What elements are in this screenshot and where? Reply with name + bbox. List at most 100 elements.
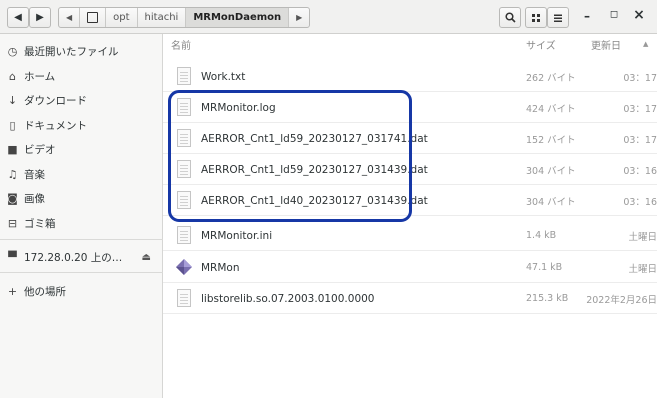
text-file-icon	[177, 160, 191, 178]
document-icon: ▯	[9, 118, 16, 132]
hamburger-icon	[554, 14, 562, 22]
file-name: Work.txt	[201, 70, 246, 83]
file-size: 1.4 kB	[526, 230, 557, 241]
sidebar-item-music[interactable]: ♫ 音楽	[0, 161, 163, 187]
breadcrumb: ◀ opt hitachi MRMonDaemon ▶	[58, 7, 311, 28]
breadcrumb-next-button[interactable]: ▶	[289, 8, 309, 27]
file-size: 47.1 kB	[526, 262, 563, 273]
sidebar-item-downloads[interactable]: ↓ ダウンロード	[0, 87, 163, 113]
text-file-icon	[177, 67, 191, 85]
breadcrumb-drive-button[interactable]	[80, 8, 107, 27]
file-row[interactable]: MRMonitor.ini 1.4 kB 土曜日	[163, 220, 657, 251]
chevron-left-icon: ◀	[14, 12, 22, 23]
network-drive-icon: ▀	[8, 250, 17, 264]
sidebar-item-recent[interactable]: ◷ 最近開いたファイル	[0, 38, 163, 64]
executable-icon	[176, 259, 192, 275]
sidebar-item-label: 最近開いたファイル	[24, 45, 119, 58]
file-name: MRMonitor.ini	[201, 229, 273, 242]
file-row[interactable]: libstorelib.so.07.2003.0100.0000 215.3 k…	[163, 283, 657, 314]
home-icon: ⌂	[9, 69, 16, 83]
sidebar-item-label: ホーム	[24, 70, 56, 83]
file-size: 304 バイト	[526, 165, 576, 177]
text-file-icon	[177, 289, 191, 307]
sidebar-item-trash[interactable]: ⊟ ゴミ箱	[0, 210, 163, 236]
plus-icon: +	[7, 284, 18, 298]
file-row[interactable]: AERROR_Cnt1_ld40_20230127_031439.dat 304…	[163, 185, 657, 216]
file-name: libstorelib.so.07.2003.0100.0000	[201, 292, 375, 305]
file-modified: 03：17	[623, 134, 657, 146]
menu-button[interactable]	[547, 7, 569, 28]
file-modified: 03：16	[623, 165, 657, 177]
file-name: AERROR_Cnt1_ld40_20230127_031439.dat	[201, 194, 428, 207]
column-header-size[interactable]: サイズ	[526, 34, 556, 54]
minimize-button[interactable]: –	[578, 9, 596, 23]
file-modified: 2022年2月26日	[586, 294, 657, 306]
grid-icon	[532, 13, 540, 22]
search-icon	[504, 12, 516, 23]
text-file-icon	[177, 98, 191, 116]
sidebar-item-videos[interactable]: ■ ビデオ	[0, 136, 163, 162]
eject-icon[interactable]: ⏏	[142, 252, 151, 263]
sidebar: ◷ 最近開いたファイル ⌂ ホーム ↓ ダウンロード ▯ ドキュメント ■ ビデ…	[0, 34, 163, 398]
sidebar-item-pictures[interactable]: ◙ 画像	[0, 185, 163, 211]
file-modified: 土曜日	[628, 231, 657, 243]
file-modified: 03：17	[623, 72, 657, 84]
file-modified: 土曜日	[628, 263, 657, 275]
file-row[interactable]: MRMon 47.1 kB 土曜日	[163, 252, 657, 283]
chevron-left-icon: ◀	[66, 13, 73, 22]
clock-icon: ◷	[7, 44, 18, 58]
sidebar-item-network-share[interactable]: ▀ 172.28.0.20 上の… ⏏	[0, 244, 163, 270]
breadcrumb-prev-button[interactable]: ◀	[59, 8, 81, 27]
file-modified: 03：16	[623, 196, 657, 208]
file-size: 424 バイト	[526, 103, 576, 115]
chevron-right-icon: ▶	[36, 12, 44, 23]
file-name: MRMon	[201, 261, 240, 274]
sidebar-divider	[0, 239, 163, 240]
camera-icon: ◙	[7, 191, 18, 205]
maximize-button[interactable]: ◻	[605, 9, 623, 20]
sidebar-item-label: 音楽	[24, 168, 45, 181]
chevron-right-icon: ▶	[296, 13, 303, 22]
sidebar-item-label: ビデオ	[24, 143, 56, 156]
file-name: MRMonitor.log	[201, 101, 276, 114]
view-toggle-button[interactable]	[525, 7, 547, 28]
download-icon: ↓	[7, 93, 18, 107]
file-row[interactable]: Work.txt 262 バイト 03：17	[163, 61, 657, 92]
forward-button[interactable]: ▶	[29, 7, 51, 28]
breadcrumb-item-hitachi[interactable]: hitachi	[138, 8, 187, 27]
sidebar-item-other-locations[interactable]: + 他の場所	[0, 278, 163, 304]
file-name: AERROR_Cnt1_ld59_20230127_031741.dat	[201, 132, 428, 145]
sort-ascending-icon[interactable]: ▲	[643, 34, 648, 54]
back-button[interactable]: ◀	[7, 7, 29, 28]
sidebar-item-label: 画像	[24, 192, 45, 205]
sidebar-item-home[interactable]: ⌂ ホーム	[0, 63, 163, 89]
text-file-icon	[177, 129, 191, 147]
file-row[interactable]: AERROR_Cnt1_ld59_20230127_031741.dat 152…	[163, 123, 657, 154]
header-bar: ◀ ▶ ◀ opt hitachi MRMonDaemon ▶ – ◻ ×	[0, 0, 657, 34]
sidebar-item-label: 他の場所	[24, 285, 66, 298]
sidebar-item-documents[interactable]: ▯ ドキュメント	[0, 112, 163, 138]
column-header-name[interactable]: 名前	[171, 34, 191, 54]
file-name: AERROR_Cnt1_ld59_20230127_031439.dat	[201, 163, 428, 176]
sidebar-item-label: ドキュメント	[24, 119, 87, 132]
file-size: 215.3 kB	[526, 293, 569, 304]
file-size: 304 バイト	[526, 196, 576, 208]
search-button[interactable]	[499, 7, 521, 28]
file-row[interactable]: AERROR_Cnt1_ld59_20230127_031439.dat 304…	[163, 154, 657, 185]
file-modified: 03：17	[623, 103, 657, 115]
trash-icon: ⊟	[7, 216, 18, 230]
sidebar-divider	[0, 272, 163, 273]
file-size: 152 バイト	[526, 134, 576, 146]
file-list: 名前 サイズ 更新日 ▲ Work.txt 262 バイト 03：17 MRMo…	[163, 34, 657, 398]
sidebar-item-label: ダウンロード	[24, 94, 87, 107]
column-header-modified[interactable]: 更新日	[591, 34, 621, 54]
text-file-icon	[177, 226, 191, 244]
file-row[interactable]: MRMonitor.log 424 バイト 03：17	[163, 92, 657, 123]
close-button[interactable]: ×	[630, 7, 648, 23]
video-icon: ■	[7, 142, 18, 156]
breadcrumb-item-current[interactable]: MRMonDaemon	[186, 8, 290, 27]
file-size: 262 バイト	[526, 72, 576, 84]
music-icon: ♫	[7, 167, 18, 181]
drive-icon	[87, 12, 99, 23]
breadcrumb-item-opt[interactable]: opt	[106, 8, 138, 27]
